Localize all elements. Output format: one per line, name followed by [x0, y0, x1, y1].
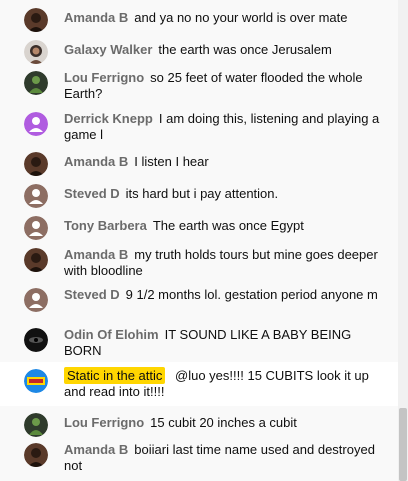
author-name-chip[interactable]: Static in the attic: [64, 367, 166, 384]
chat-message: Amanda B and ya no no your world is over …: [0, 8, 398, 32]
static-attic-logo-avatar[interactable]: [24, 369, 48, 393]
message-text: its hard but i pay attention.: [125, 186, 279, 201]
message-text: I listen I hear: [134, 154, 209, 169]
dark-portrait-avatar[interactable]: [24, 8, 48, 32]
default-person-avatar[interactable]: [24, 216, 48, 240]
author-name[interactable]: Odin Of Elohim: [64, 327, 159, 342]
live-chat-messages: Amanda B and ya no no your world is over …: [0, 0, 398, 481]
chat-message: Lou Ferrigno so 25 feet of water flooded …: [0, 70, 398, 102]
message-text: 9 1/2 months lol. gestation period anyon…: [125, 287, 378, 302]
scrollbar[interactable]: [398, 0, 408, 481]
chat-message: Odin Of Elohim IT SOUND LIKE A BABY BEING…: [0, 327, 398, 359]
author-name[interactable]: Steved D: [64, 186, 120, 201]
default-person-avatar[interactable]: [24, 184, 48, 208]
author-name[interactable]: Lou Ferrigno: [64, 415, 144, 430]
default-person-avatar[interactable]: [24, 288, 48, 312]
chat-message: Tony Barbera The earth was once Egypt: [0, 216, 398, 240]
scrollbar-thumb[interactable]: [399, 408, 407, 481]
message-text: 15 cubit 20 inches a cubit: [150, 415, 297, 430]
chat-message: Amanda Bboiiari last time name used and …: [0, 442, 398, 474]
chat-message: Amanda Bmy truth holds tours but mine go…: [0, 247, 398, 279]
author-name[interactable]: Amanda B: [64, 10, 128, 25]
dark-portrait-avatar[interactable]: [24, 152, 48, 176]
chat-message: Derrick Knepp I am doing this, listening …: [0, 111, 398, 143]
green-figure-avatar[interactable]: [24, 413, 48, 437]
dark-eye-avatar[interactable]: [24, 328, 48, 352]
chat-message: Steved D its hard but i pay attention.: [0, 184, 398, 208]
chat-message: Steved D 9 1/2 months lol. gestation peri…: [0, 287, 398, 312]
default-person-avatar[interactable]: [24, 112, 48, 136]
author-name[interactable]: Derrick Knepp: [64, 111, 153, 126]
author-name[interactable]: Amanda B: [64, 247, 128, 262]
message-text: The earth was once Egypt: [152, 218, 304, 233]
author-name[interactable]: Amanda B: [64, 154, 128, 169]
woman-portrait-avatar[interactable]: [24, 40, 48, 64]
author-name[interactable]: Galaxy Walker: [64, 42, 152, 57]
chat-message: Amanda B I listen I hear: [0, 152, 398, 176]
chat-message: Lou Ferrigno 15 cubit 20 inches a cubit: [0, 413, 398, 437]
author-name[interactable]: Lou Ferrigno: [64, 70, 144, 85]
message-text: the earth was once Jerusalem: [158, 42, 332, 57]
green-figure-avatar[interactable]: [24, 71, 48, 95]
chat-message: Galaxy Walker the earth was once Jerusale…: [0, 40, 398, 64]
dark-portrait-avatar[interactable]: [24, 443, 48, 467]
author-name[interactable]: Steved D: [64, 287, 120, 302]
author-name[interactable]: Amanda B: [64, 442, 128, 457]
message-text: and ya no no your world is over mate: [134, 10, 348, 25]
author-name[interactable]: Tony Barbera: [64, 218, 147, 233]
dark-portrait-avatar[interactable]: [24, 248, 48, 272]
chat-message-highlighted: Static in the attic @luo yes!!!! 15 CUBI…: [0, 362, 398, 406]
